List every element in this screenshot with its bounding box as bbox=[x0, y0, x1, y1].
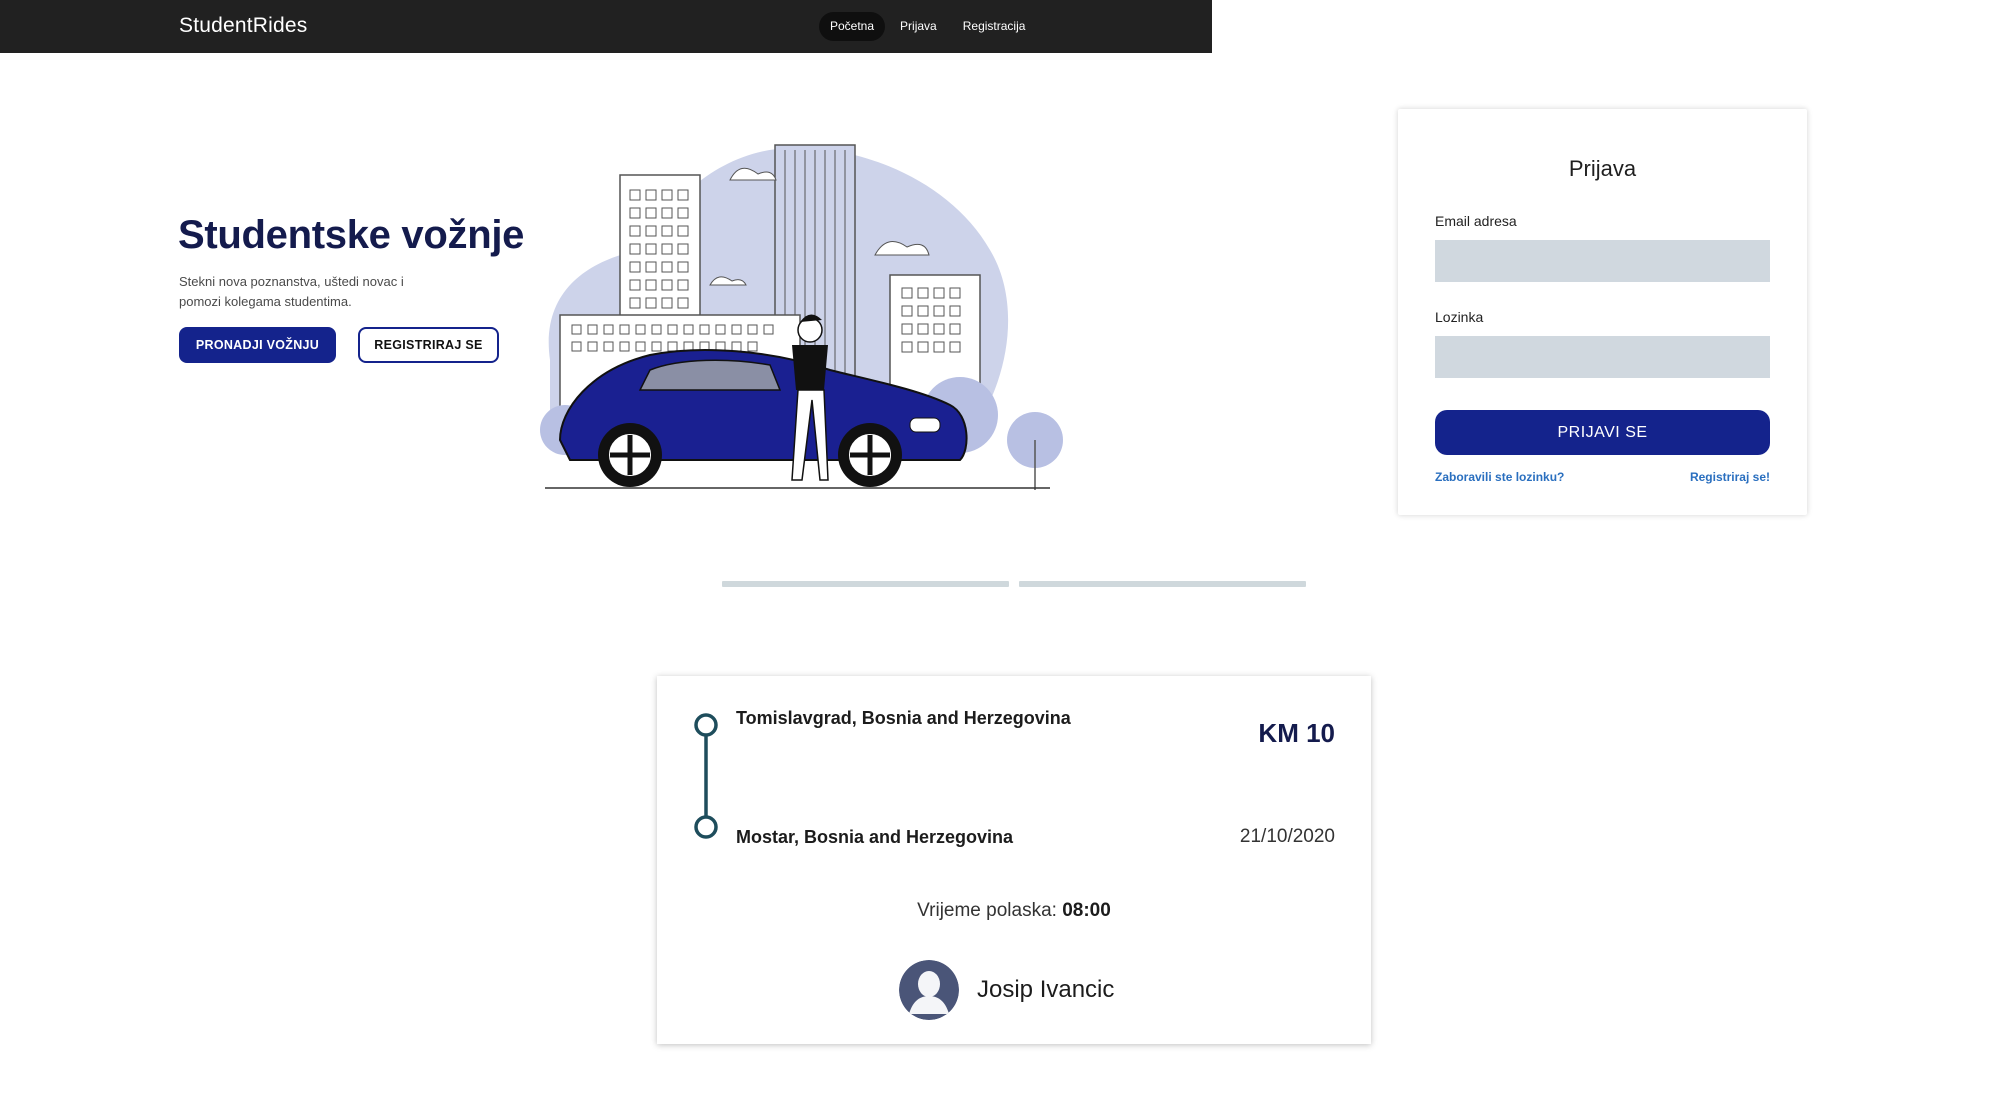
login-card: Prijava Email adresa Lozinka PRIJAVI SE … bbox=[1398, 109, 1807, 515]
register-link[interactable]: Registriraj se! bbox=[1690, 470, 1770, 484]
ride-destination: Mostar, Bosnia and Herzegovina bbox=[736, 827, 1014, 847]
email-field[interactable] bbox=[1435, 240, 1770, 282]
nav-links: Početna Prijava Registracija bbox=[819, 12, 1036, 41]
hero-subtitle: Stekni nova poznanstva, uštedi novac i p… bbox=[179, 274, 404, 309]
email-label: Email adresa bbox=[1435, 213, 1517, 229]
login-title: Prijava bbox=[1568, 156, 1637, 181]
city-car-illustration bbox=[540, 144, 1063, 490]
carousel-indicator-2[interactable] bbox=[1019, 581, 1306, 587]
hero-title: Studentske vožnje bbox=[178, 213, 525, 257]
forgot-password-link[interactable]: Zaboravili ste lozinku? bbox=[1435, 470, 1564, 484]
departure-value: 08:00 bbox=[1062, 900, 1111, 921]
avatar-icon bbox=[899, 960, 959, 1020]
top-navbar: StudentRides Početna Prijava Registracij… bbox=[0, 0, 1212, 53]
nav-link-prijava[interactable]: Prijava bbox=[889, 12, 948, 41]
driver-info: Josip Ivancic bbox=[899, 960, 1114, 1020]
find-ride-button[interactable]: PRONADJI VOŽNJU bbox=[179, 327, 336, 363]
nav-link-registracija[interactable]: Registracija bbox=[952, 12, 1037, 41]
ride-card[interactable]: Tomislavgrad, Bosnia and Herzegovina Mos… bbox=[657, 676, 1371, 1044]
driver-name: Josip Ivancic bbox=[977, 976, 1115, 1003]
route-line-icon bbox=[694, 713, 718, 839]
login-submit-button[interactable]: PRIJAVI SE bbox=[1435, 410, 1770, 455]
password-field[interactable] bbox=[1435, 336, 1770, 378]
nav-link-pocetna[interactable]: Početna bbox=[819, 12, 886, 41]
carousel-indicator-1[interactable] bbox=[722, 581, 1009, 587]
ride-price: KM 10 bbox=[1258, 718, 1335, 748]
departure-label: Vrijeme polaska: bbox=[917, 900, 1057, 921]
password-label: Lozinka bbox=[1435, 309, 1484, 325]
ride-origin: Tomislavgrad, Bosnia and Herzegovina bbox=[736, 708, 1071, 728]
departure-time: Vrijeme polaska: 08:00 bbox=[657, 900, 1371, 922]
register-button[interactable]: REGISTRIRAJ SE bbox=[358, 327, 499, 363]
brand-logo-text[interactable]: StudentRides bbox=[179, 14, 307, 38]
ride-date: 21/10/2020 bbox=[1239, 826, 1335, 847]
